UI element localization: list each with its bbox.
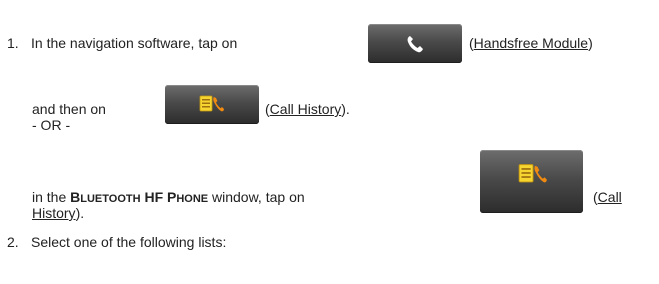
step-1-text: In the navigation software, tap on (31, 35, 238, 51)
call-history-button-bluetooth[interactable] (480, 150, 583, 213)
phone-handset-icon (407, 36, 423, 53)
call-history-icon (518, 164, 547, 183)
call-history-link-part1[interactable]: Call (598, 189, 622, 205)
or-separator: - OR - (32, 117, 71, 133)
call-history-button[interactable] (165, 85, 259, 124)
call-history-icon (199, 95, 224, 112)
call-history-label[interactable]: (Call History). (265, 101, 350, 118)
call-history-label-bluetooth-part1[interactable]: (Call (593, 189, 622, 206)
call-history-link-part2[interactable]: History (32, 205, 76, 221)
step-2-number: 2. (7, 234, 19, 250)
handsfree-module-button[interactable] (368, 24, 462, 63)
handsfree-module-label[interactable]: (Handsfree Module) (469, 35, 593, 52)
handsfree-module-link[interactable]: Handsfree Module (474, 35, 588, 51)
step-1-number: 1. (7, 35, 19, 51)
call-history-link[interactable]: Call History (270, 101, 342, 117)
step-1-then-text: and then on (32, 101, 106, 117)
bluetooth-hf-phone-window-name: BLUETOOTH HF PHONE (70, 189, 209, 205)
step-2-text: Select one of the following lists: (31, 234, 227, 250)
call-history-label-bluetooth-part2[interactable]: History). (32, 205, 84, 222)
